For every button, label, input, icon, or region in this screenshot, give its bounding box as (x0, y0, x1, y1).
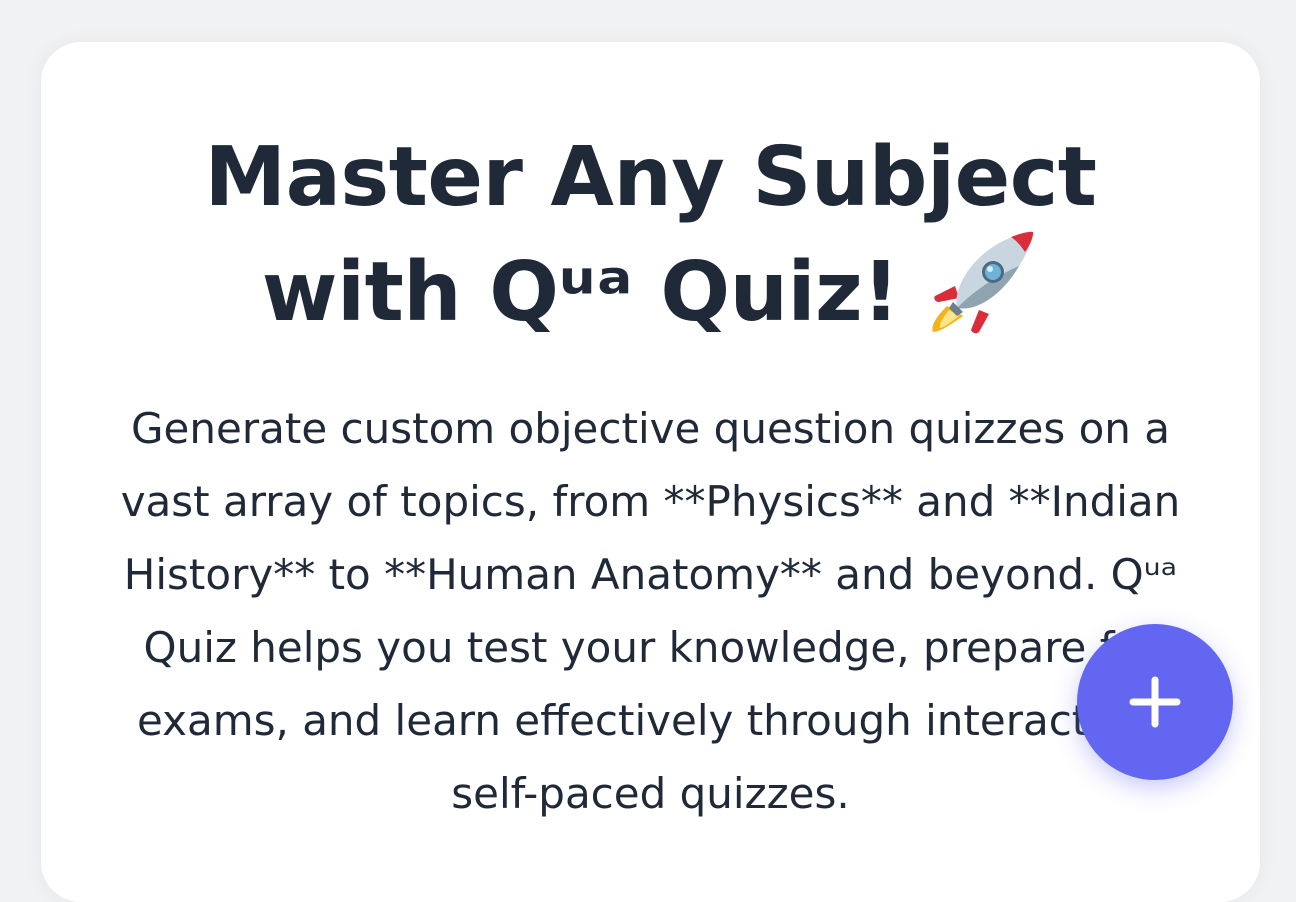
rocket-icon (927, 228, 1039, 334)
hero-description: Generate custom objective question quizz… (120, 404, 1181, 818)
hero-card: Master Any Subject with Qᵘᵃ Quiz! Genera… (41, 42, 1260, 902)
add-quiz-button[interactable] (1077, 624, 1233, 780)
hero-title: Master Any Subject with Qᵘᵃ Quiz! (161, 128, 1140, 343)
plus-icon (1129, 676, 1181, 728)
